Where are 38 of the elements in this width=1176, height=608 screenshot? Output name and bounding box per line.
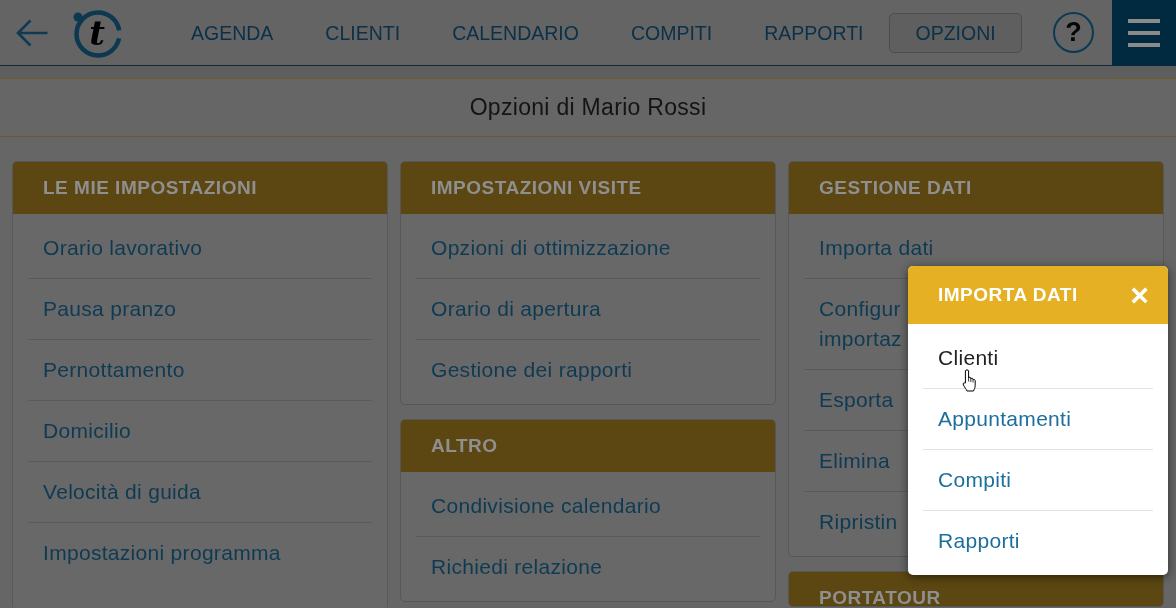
popup-title: IMPORTA DATI xyxy=(938,284,1078,306)
settings-link[interactable]: Richiedi relazione xyxy=(431,552,603,582)
menu-item[interactable]: Clienti xyxy=(923,328,1153,389)
card-header: PORTATOUR xyxy=(789,572,1163,606)
settings-link[interactable]: Configur importaz xyxy=(819,294,902,354)
menu-button[interactable] xyxy=(1112,0,1176,65)
settings-link[interactable]: Pernottamento xyxy=(43,355,185,385)
settings-link[interactable]: Domicilio xyxy=(43,416,131,446)
settings-link[interactable]: Importa dati xyxy=(819,233,934,263)
settings-link[interactable]: Gestione dei rapporti xyxy=(431,355,633,385)
card-header: GESTIONE DATI xyxy=(789,162,1163,214)
settings-link[interactable]: Esporta xyxy=(819,385,894,415)
nav-tab[interactable]: CALENDARIO xyxy=(426,12,605,53)
settings-link[interactable]: Ripristin xyxy=(819,507,898,537)
settings-link[interactable]: Orario di apertura xyxy=(431,294,601,324)
menu-item[interactable]: Appuntamenti xyxy=(923,389,1153,450)
help-button[interactable]: ? xyxy=(1053,12,1094,53)
nav-tab[interactable]: OPZIONI xyxy=(889,12,1022,53)
settings-link[interactable]: Elimina xyxy=(819,446,890,476)
card-header: ALTRO xyxy=(401,420,775,472)
menu-icon xyxy=(1128,18,1160,47)
menu-item[interactable]: Rapporti xyxy=(923,511,1153,571)
settings-link[interactable]: Impostazioni programma xyxy=(43,538,281,568)
settings-link[interactable]: Opzioni di ottimizzazione xyxy=(431,233,671,263)
hand-cursor-icon xyxy=(962,369,976,392)
settings-link[interactable]: Velocità di guida xyxy=(43,477,202,507)
settings-link[interactable]: Orario lavorativo xyxy=(43,233,203,263)
settings-link[interactable]: Condivisione calendario xyxy=(431,491,661,521)
close-button[interactable]: × xyxy=(1130,279,1149,311)
nav-tab[interactable]: RAPPORTI xyxy=(738,12,890,53)
nav-tab[interactable]: CLIENTI xyxy=(299,12,427,53)
page-title: Opzioni di Mario Rossi xyxy=(469,93,707,122)
nav-tab[interactable]: AGENDA xyxy=(165,12,300,53)
nav-tab[interactable]: COMPITI xyxy=(604,12,739,53)
card-header: IMPOSTAZIONI VISITE xyxy=(401,162,775,214)
card-header: LE MIE IMPOSTAZIONI xyxy=(13,162,387,214)
menu-item[interactable]: Compiti xyxy=(923,450,1153,511)
settings-link[interactable]: Pausa pranzo xyxy=(43,294,177,324)
